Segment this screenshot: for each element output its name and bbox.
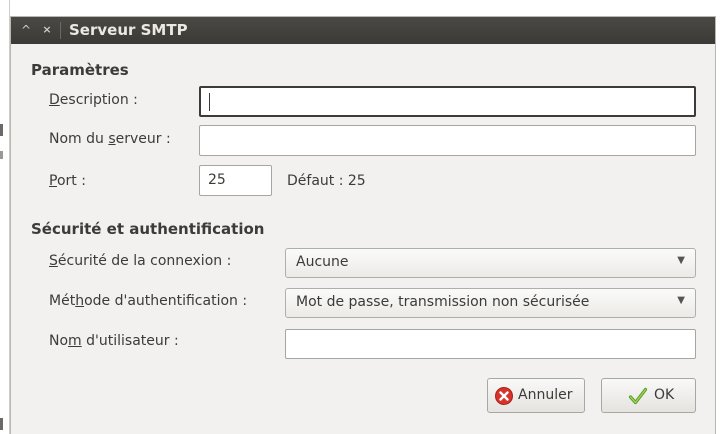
cancel-x-icon (495, 387, 513, 405)
ok-button[interactable]: OK (601, 378, 696, 413)
background-mark (0, 151, 3, 159)
titlebar-separator (60, 22, 61, 39)
server-name-label: Nom du serveur : (49, 131, 171, 147)
default-port-text: Défaut : 25 (287, 173, 366, 189)
smtp-server-dialog: ^ × Serveur SMTP Paramètres Description … (10, 16, 716, 434)
connection-security-label: Sécurité de la connexion : (49, 253, 232, 269)
ok-label: OK (654, 387, 675, 403)
maximize-chevron-icon[interactable]: ^ (19, 23, 33, 37)
port-label: Port : (49, 173, 86, 189)
username-label: Nom d'utilisateur : (49, 333, 179, 349)
parametres-heading: Paramètres (31, 61, 129, 79)
auth-method-value: Mot de passe, transmission non sécurisée (296, 294, 590, 310)
username-field[interactable] (285, 329, 696, 359)
description-field[interactable] (199, 86, 696, 117)
window-title: Serveur SMTP (69, 21, 188, 39)
auth-method-select[interactable]: Mot de passe, transmission non sécurisée… (285, 288, 696, 318)
description-label: Description : (49, 92, 138, 108)
port-field[interactable]: 25 (199, 165, 272, 196)
security-heading: Sécurité et authentification (31, 220, 265, 238)
cancel-label: Annuler (518, 387, 573, 403)
text-caret (209, 93, 210, 111)
background-mark (0, 418, 3, 430)
connection-security-select[interactable]: Aucune ▼ (285, 248, 696, 278)
dropdown-arrow-icon: ▼ (677, 255, 685, 266)
close-icon[interactable]: × (40, 23, 54, 37)
checkmark-icon (628, 387, 648, 405)
title-bar[interactable]: ^ × Serveur SMTP (11, 17, 715, 44)
cancel-button[interactable]: Annuler (487, 378, 585, 413)
auth-method-label: Méthode d'authentification : (49, 293, 248, 309)
connection-security-value: Aucune (296, 254, 349, 270)
background-mark (0, 124, 3, 136)
background-window-edge (0, 0, 10, 434)
server-name-field[interactable] (199, 125, 696, 156)
dropdown-arrow-icon: ▼ (677, 295, 685, 306)
